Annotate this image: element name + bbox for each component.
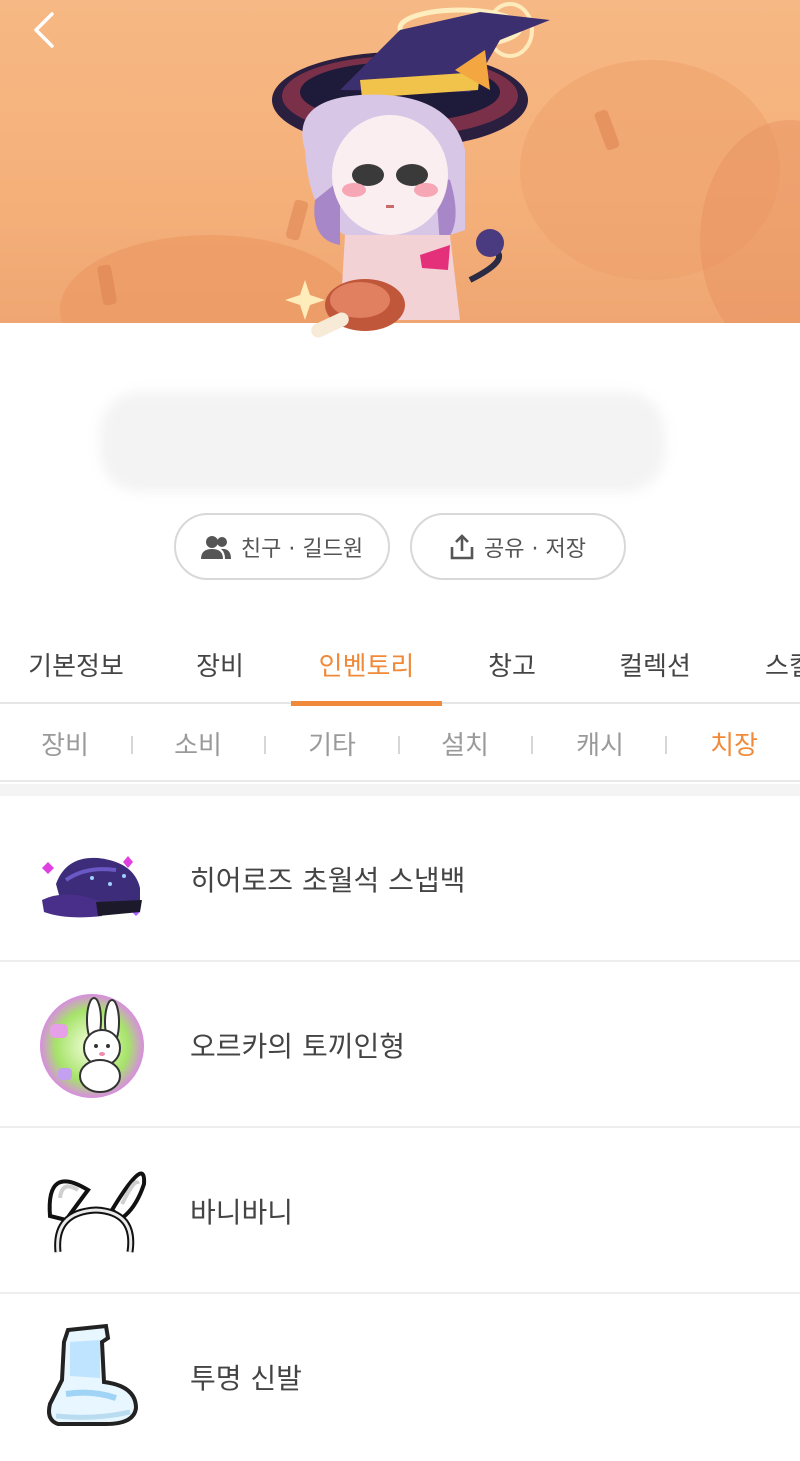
list-item[interactable]: 오르카의 토끼인형 (0, 962, 800, 1128)
share-save-label: 공유 · 저장 (484, 536, 586, 562)
list-item[interactable]: 바니바니 (0, 1128, 800, 1294)
people-icon (200, 535, 231, 559)
subtab-label: 캐시 (576, 730, 624, 761)
subtab-cosmetic[interactable]: 치장 (674, 706, 794, 780)
purple-snapback-cap-icon (42, 856, 142, 918)
section-divider (0, 784, 800, 796)
character-avatar (272, 2, 550, 338)
bunny-doll-icon (40, 994, 144, 1098)
tab-label: 창고 (488, 652, 536, 682)
tab-equipment[interactable]: 장비 (160, 628, 280, 704)
item-name: 바니바니 (190, 1196, 294, 1229)
divider (398, 736, 400, 754)
transparent-shoe-icon (47, 1323, 139, 1426)
tab-label: 스킬 (765, 652, 800, 682)
item-name: 오르카의 토끼인형 (190, 1030, 405, 1063)
divider (131, 736, 133, 754)
subtab-label: 기타 (308, 730, 356, 761)
friends-guild-label: 친구 · 길드원 (240, 536, 364, 562)
tab-collection[interactable]: 컬렉션 (585, 628, 725, 704)
tab-skill[interactable]: 스킬 (765, 628, 800, 704)
subtab-label: 설치 (441, 730, 489, 761)
subtab-etc[interactable]: 기타 (272, 706, 392, 780)
tab-label: 기본정보 (28, 652, 124, 682)
tab-label: 인벤토리 (318, 652, 415, 682)
tab-label: 장비 (196, 652, 244, 682)
tab-storage[interactable]: 창고 (452, 628, 572, 704)
tab-label: 컬렉션 (619, 652, 691, 682)
tab-inventory[interactable]: 인벤토리 (291, 628, 442, 706)
divider (531, 736, 533, 754)
subtab-label: 치장 (710, 730, 758, 761)
character-name-redacted (100, 392, 665, 492)
subtab-label: 장비 (41, 730, 89, 761)
divider (665, 736, 667, 754)
divider (264, 736, 266, 754)
list-item[interactable]: 히어로즈 초월석 스냅백 (0, 796, 800, 962)
subtab-consumable[interactable]: 소비 (138, 706, 258, 780)
item-name: 히어로즈 초월석 스냅백 (190, 864, 466, 897)
inventory-item-list: 히어로즈 초월석 스냅백 오르카의 토끼인형 바니바니 투명 신발 (0, 796, 800, 1460)
friends-guild-button[interactable]: 친구 · 길드원 (174, 513, 390, 580)
subtab-label: 소비 (174, 730, 222, 761)
back-button[interactable] (24, 8, 64, 52)
bunny-ears-headband-icon (47, 1171, 147, 1253)
list-item[interactable]: 투명 신발 (0, 1294, 800, 1460)
tab-basic-info[interactable]: 기본정보 (0, 628, 152, 704)
inventory-sub-tab-bar: 장비 소비 기타 설치 캐시 치장 (0, 706, 800, 782)
share-icon (450, 533, 474, 559)
subtab-cash[interactable]: 캐시 (540, 706, 660, 780)
share-save-button[interactable]: 공유 · 저장 (410, 513, 626, 580)
item-name: 투명 신발 (190, 1362, 302, 1395)
subtab-setup[interactable]: 설치 (405, 706, 525, 780)
subtab-equipment[interactable]: 장비 (5, 706, 125, 780)
chevron-left-icon (34, 12, 54, 48)
main-tab-bar: 기본정보 장비 인벤토리 창고 컬렉션 스킬 (0, 628, 800, 706)
